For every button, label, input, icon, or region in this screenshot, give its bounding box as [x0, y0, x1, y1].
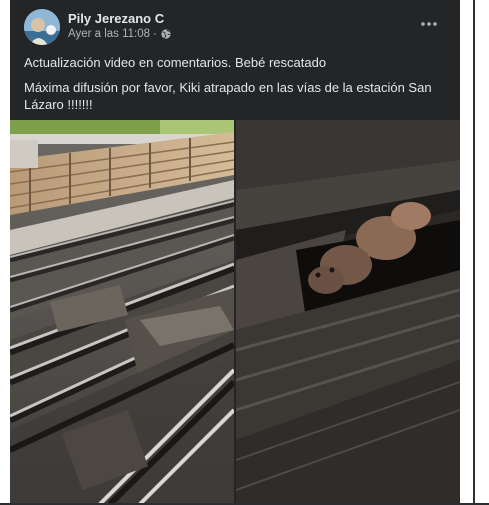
meta-separator: · [153, 28, 157, 40]
divider [473, 0, 475, 505]
post-meta: Ayer a las 11:08 · [68, 28, 171, 40]
photo-grid [10, 120, 460, 504]
post-card: Pily Jerezano C Ayer a las 11:08 · Actua… [10, 0, 460, 504]
metro-tracks-photo[interactable] [10, 120, 234, 504]
trapped-kitten-photo[interactable] [236, 120, 460, 504]
post-header: Pily Jerezano C Ayer a las 11:08 · [10, 0, 460, 48]
more-horizontal-icon [421, 22, 437, 26]
post-timestamp[interactable]: Ayer a las 11:08 [68, 28, 150, 40]
post-paragraph: Actualización video en comentarios. Bebé… [24, 55, 327, 70]
globe-icon[interactable] [161, 29, 171, 39]
post-paragraph: Máxima difusión por favor, Kiki atrapado… [24, 80, 432, 112]
more-options-button[interactable] [417, 14, 441, 34]
avatar[interactable] [24, 9, 60, 45]
author-name[interactable]: Pily Jerezano C [68, 11, 164, 26]
post-text: Actualización video en comentarios. Bebé… [24, 54, 449, 121]
avatar-image [24, 9, 60, 45]
